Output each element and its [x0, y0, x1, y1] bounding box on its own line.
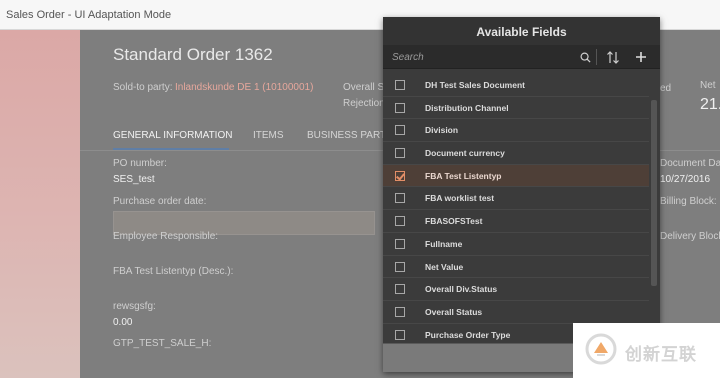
list-scrollbar[interactable]	[650, 74, 658, 344]
search-icon[interactable]	[572, 45, 598, 69]
field-row[interactable]: Net Value	[383, 256, 649, 279]
watermark: 创新互联	[573, 323, 720, 378]
sold-to-label: Sold-to party:	[113, 82, 173, 93]
field-label: Overall Status	[425, 306, 483, 317]
purchase-order-date-label: Purchase order date:	[113, 196, 207, 207]
rewsgsfg-value: 0.00	[113, 317, 133, 328]
checkbox[interactable]	[395, 284, 405, 295]
delivery-block-label: Delivery Block	[660, 231, 720, 242]
header-right-label: ed	[660, 83, 672, 94]
sold-to-link[interactable]: Inlandskunde DE 1 (10100001)	[175, 82, 313, 93]
active-tab-indicator	[113, 148, 229, 150]
checkbox[interactable]	[395, 125, 405, 136]
field-row[interactable]: Distribution Channel	[383, 97, 649, 120]
popover-title: Available Fields	[383, 17, 660, 45]
fba-test-label: FBA Test Listentyp (Desc.):	[113, 266, 234, 277]
checkbox[interactable]	[395, 238, 405, 249]
field-row[interactable]: Document currency	[383, 142, 649, 165]
billing-block-label: Billing Block:	[660, 196, 717, 207]
checkbox[interactable]	[395, 261, 405, 272]
available-fields-list: DH Test Sales Document Distribution Chan…	[383, 74, 649, 347]
checkbox[interactable]	[395, 80, 405, 90]
field-label: Fullname	[425, 238, 463, 249]
app-title: Sales Order - UI Adaptation Mode	[6, 9, 172, 21]
field-row[interactable]: Overall Div.Status	[383, 278, 649, 301]
field-row[interactable]: Overall Status	[383, 301, 649, 324]
tab-items[interactable]: ITEMS	[253, 130, 284, 141]
sort-icon[interactable]	[600, 45, 626, 69]
po-number-value: SES_test	[113, 174, 155, 185]
available-fields-popover: Available Fields DH Test Sales Document …	[383, 17, 660, 372]
document-date-value: 10/27/2016	[660, 174, 711, 185]
po-number-label: PO number:	[113, 158, 167, 169]
field-row[interactable]: FBA Test Listentyp	[383, 164, 649, 188]
gtp-test-sale-label: GTP_TEST_SALE_H:	[113, 338, 212, 349]
field-label: FBA Test Listentyp	[425, 170, 502, 181]
field-row[interactable]: DH Test Sales Document	[383, 74, 649, 97]
net-value-label: Net	[700, 80, 716, 91]
rejection-label: Rejection	[343, 98, 385, 109]
popover-toolbar	[383, 45, 660, 69]
field-row[interactable]: FBA worklist test	[383, 187, 649, 211]
field-label: Net Value	[425, 261, 464, 272]
field-label: FBASOFSTest	[425, 216, 483, 227]
field-label: Purchase Order Type	[425, 329, 511, 340]
checkbox[interactable]	[395, 170, 405, 181]
add-icon[interactable]	[628, 45, 654, 69]
page-title: Standard Order 1362	[113, 45, 273, 64]
field-label: Document currency	[425, 148, 505, 159]
rewsgsfg-label: rewsgsfg:	[113, 301, 156, 312]
overall-status-label: Overall S	[343, 82, 385, 93]
toolbar-divider	[596, 49, 597, 65]
checkbox[interactable]	[395, 102, 405, 113]
checkbox[interactable]	[395, 306, 405, 317]
search-input[interactable]	[383, 45, 593, 69]
side-panel	[0, 30, 80, 378]
field-row[interactable]: Division	[383, 119, 649, 143]
checkbox[interactable]	[395, 329, 405, 340]
tab-general-information[interactable]: GENERAL INFORMATION	[113, 130, 232, 141]
checkbox[interactable]	[395, 216, 405, 227]
watermark-text: 创新互联	[625, 345, 697, 364]
checkbox[interactable]	[395, 193, 405, 204]
tab-business-partners[interactable]: BUSINESS PART	[307, 130, 386, 141]
field-label: Distribution Channel	[425, 102, 509, 113]
field-label: FBA worklist test	[425, 193, 495, 204]
employee-responsible-label: Employee Responsible:	[113, 231, 219, 242]
document-date-label: Document Dat	[660, 158, 720, 169]
field-row[interactable]: Fullname	[383, 233, 649, 256]
checkbox[interactable]	[395, 148, 405, 159]
field-row[interactable]: FBASOFSTest	[383, 210, 649, 233]
net-value: 21.	[700, 96, 720, 113]
field-label: Overall Div.Status	[425, 284, 498, 295]
scrollbar-thumb[interactable]	[651, 100, 657, 286]
watermark-logo-icon	[585, 333, 617, 365]
field-label: Division	[425, 125, 459, 136]
field-label: DH Test Sales Document	[425, 80, 525, 90]
